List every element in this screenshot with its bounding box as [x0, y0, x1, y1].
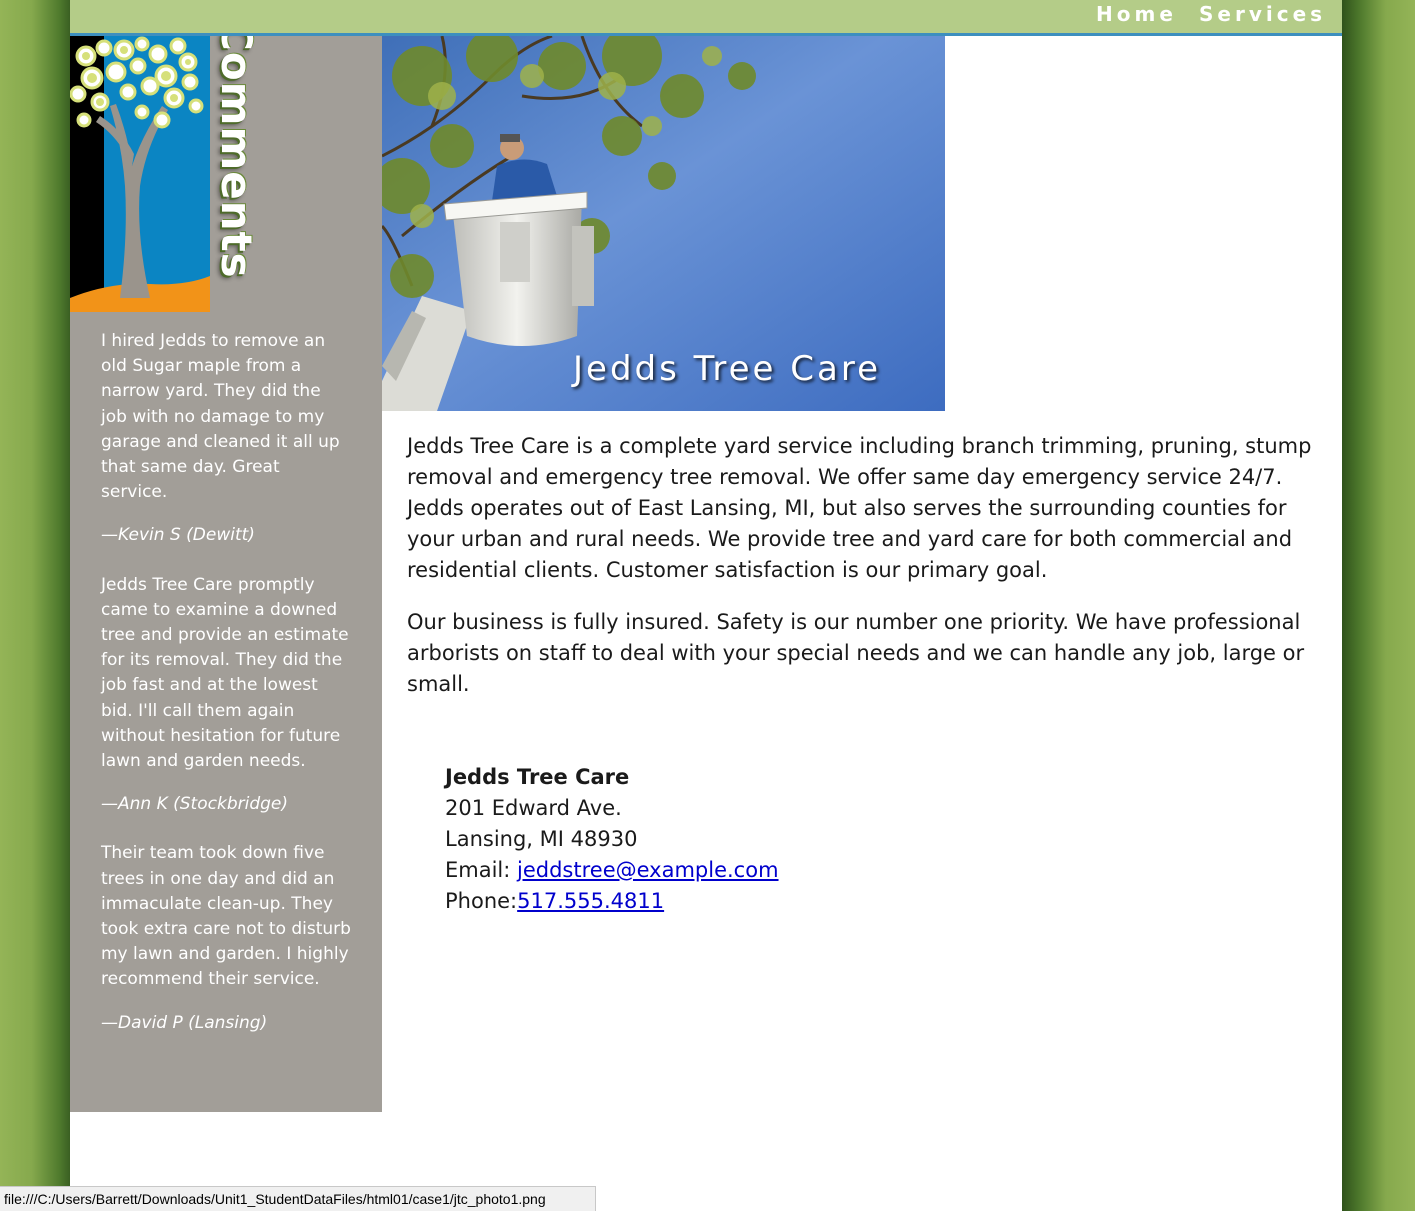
testimonial-author: —David P (Lansing) [101, 1012, 268, 1033]
city-state-zip: Lansing, MI 48930 [445, 827, 638, 851]
browser-status-bar: file:///C:/Users/Barrett/Downloads/Unit1… [0, 1186, 596, 1211]
phone-link[interactable]: 517.555.4811 [517, 889, 664, 913]
phone-line: Phone:517.555.4811 [445, 886, 945, 917]
nav-link-home[interactable]: Home [1096, 2, 1177, 26]
intro-paragraph: Jedds Tree Care is a complete yard servi… [407, 434, 1312, 582]
hero-caption: Jedds Tree Care [573, 349, 882, 389]
email-link[interactable]: jeddstree@example.com [517, 858, 779, 882]
main-content: Jedds Tree Care is a complete yard servi… [407, 431, 1322, 721]
testimonial-quote: I hired Jedds to remove an old Sugar map… [101, 331, 340, 503]
tree-logo: Comments [70, 36, 270, 312]
testimonial-quote: Jedds Tree Care promptly came to examine… [101, 574, 349, 772]
email-line: Email: jeddstree@example.com [445, 855, 945, 886]
testimonial-author: —Ann K (Stockbridge) [101, 794, 288, 815]
testimonial-author: —Kevin S (Dewitt) [101, 525, 255, 546]
insurance-paragraph: Our business is fully insured. Safety is… [407, 610, 1305, 696]
testimonial-quote: Their team took down five trees in one d… [101, 843, 351, 990]
comments-sidebar: Comments I hired Jedds to remove an old … [70, 36, 382, 1112]
email-label: Email: [445, 858, 518, 882]
background-right-border [1342, 0, 1415, 1211]
top-navigation: Home Services [70, 0, 1342, 36]
phone-label: Phone: [445, 889, 518, 913]
contact-address: Jedds Tree Care 201 Edward Ave. Lansing,… [445, 762, 945, 917]
background-left-border [0, 0, 70, 1211]
street-address: 201 Edward Ave. [445, 796, 622, 820]
hero-photo: Jedds Tree Care [382, 36, 945, 411]
page-container: Home Services Comments I hired Jedds to … [70, 0, 1342, 1211]
nav-link-services[interactable]: Services [1199, 2, 1326, 26]
testimonials-list: I hired Jedds to remove an old Sugar map… [101, 329, 351, 1060]
comments-title: Comments [212, 36, 261, 279]
business-name: Jedds Tree Care [445, 765, 630, 789]
